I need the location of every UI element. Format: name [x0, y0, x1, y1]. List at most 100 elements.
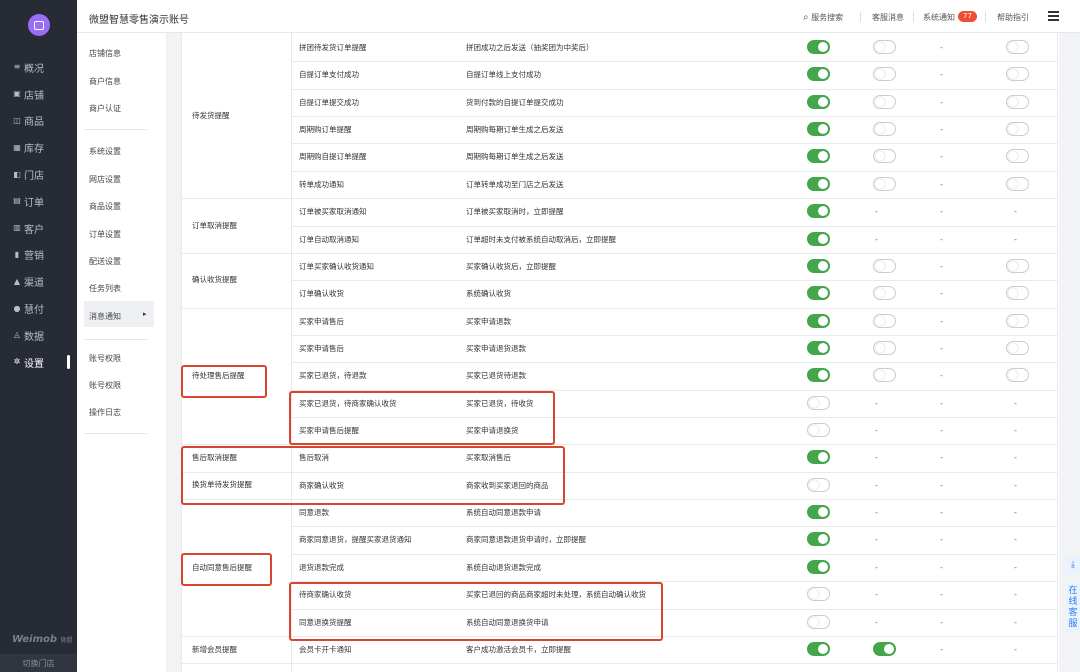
toggle-knob — [1008, 69, 1018, 80]
notify-toggle[interactable] — [873, 122, 896, 137]
notify-toggle[interactable] — [807, 122, 830, 137]
notify-toggle[interactable] — [807, 40, 830, 54]
notify-toggle[interactable] — [873, 313, 896, 328]
notify-toggle[interactable] — [807, 395, 830, 410]
nav-item[interactable]: ▲ 渠道 — [0, 268, 77, 295]
notify-toggle[interactable] — [807, 532, 830, 547]
empty-cell: - — [940, 316, 943, 326]
nav-item[interactable]: ▤ 订单 — [0, 188, 77, 215]
subnav-item[interactable]: 商户信息 — [89, 76, 121, 87]
notify-toggle[interactable] — [1006, 67, 1029, 82]
nav-item[interactable]: ● 慧付 — [0, 295, 77, 322]
shop-logo-icon[interactable] — [28, 14, 50, 36]
notify-toggle[interactable] — [807, 368, 830, 383]
notify-toggle[interactable] — [873, 149, 896, 164]
notify-toggle[interactable] — [873, 40, 896, 54]
system-notify-link[interactable]: 系统通知 — [923, 12, 955, 23]
highlight-box — [181, 365, 267, 398]
notify-toggle[interactable] — [807, 286, 830, 301]
subnav-item[interactable]: 订单设置 — [89, 229, 121, 240]
online-service-button[interactable]: 在线客服 — [1066, 582, 1080, 632]
subnav-item[interactable]: 账号权限 — [89, 353, 121, 364]
subnav-item[interactable]: 商户认证 — [89, 103, 121, 114]
notify-toggle[interactable] — [807, 450, 830, 465]
switch-store-button[interactable]: 切换门店 — [0, 654, 77, 672]
notify-toggle[interactable] — [873, 67, 896, 82]
toggle-knob — [818, 452, 828, 463]
notify-toggle[interactable] — [807, 641, 830, 656]
notify-toggle[interactable] — [807, 505, 830, 520]
notify-toggle[interactable] — [873, 258, 896, 273]
nav-item[interactable]: ✲ 设置 — [0, 349, 77, 376]
notify-toggle[interactable] — [807, 258, 830, 273]
notify-toggle[interactable] — [807, 313, 830, 328]
back-to-top-button[interactable]: ⤓ — [1066, 556, 1080, 574]
notify-toggle[interactable] — [873, 340, 896, 355]
empty-cell: - — [940, 644, 943, 654]
notify-toggle[interactable] — [873, 286, 896, 301]
notify-toggle[interactable] — [807, 149, 830, 164]
menu-icon[interactable] — [1048, 11, 1059, 21]
notify-name: 周期购自提订单提醒 — [299, 152, 367, 162]
subnav-item[interactable]: 配送设置 — [89, 256, 121, 267]
subnav-item[interactable]: 系统设置 — [89, 146, 121, 157]
notify-toggle[interactable] — [1006, 340, 1029, 355]
nav-item[interactable]: ◫ 商品 — [0, 108, 77, 135]
nav-item[interactable]: ◧ 门店 — [0, 161, 77, 188]
toggle-knob — [875, 124, 885, 135]
notify-toggle[interactable] — [1006, 313, 1029, 328]
toggle-knob — [875, 315, 885, 326]
empty-cell: - — [875, 426, 878, 436]
notify-toggle[interactable] — [1006, 149, 1029, 164]
nav-item[interactable]: ▮ 营销 — [0, 242, 77, 269]
notify-toggle[interactable] — [807, 423, 830, 438]
service-search-link[interactable]: ⌕ 服务搜索 — [803, 12, 843, 23]
toggle-knob — [818, 178, 828, 189]
table-gridline — [181, 307, 291, 309]
notify-toggle[interactable] — [807, 559, 830, 574]
notify-toggle[interactable] — [807, 231, 830, 246]
notify-toggle[interactable] — [873, 368, 896, 383]
toggle-knob — [1008, 151, 1018, 162]
notify-toggle[interactable] — [1006, 122, 1029, 137]
nav-item[interactable]: ▦ 库存 — [0, 134, 77, 161]
notify-toggle[interactable] — [807, 477, 830, 492]
notify-toggle[interactable] — [807, 204, 830, 219]
notify-toggle[interactable] — [1006, 40, 1029, 54]
empty-cell: - — [875, 398, 878, 408]
notify-toggle[interactable] — [873, 641, 896, 656]
brand-logo: Weimob 微盟 — [12, 634, 73, 645]
notify-name: 同意退款 — [299, 508, 329, 518]
nav-item[interactable]: ◬ 数据 — [0, 322, 77, 349]
nav-item[interactable]: ≡ 概况 — [0, 54, 77, 81]
subnav-item[interactable]: 任务列表 — [89, 283, 121, 294]
notify-toggle[interactable] — [873, 94, 896, 109]
service-message-link[interactable]: 客服消息 — [872, 12, 904, 23]
notify-toggle[interactable] — [807, 94, 830, 109]
subnav-item[interactable]: 网店设置 — [89, 174, 121, 185]
empty-cell: - — [875, 617, 878, 627]
nav-item[interactable]: ▥ 客户 — [0, 215, 77, 242]
subnav-item[interactable]: 店铺信息 — [89, 48, 121, 59]
subnav-item[interactable]: 操作日志 — [89, 407, 121, 418]
notify-toggle[interactable] — [1006, 94, 1029, 109]
notify-name: 商家同意退货，提醒买家退货通知 — [299, 535, 412, 545]
subnav-item[interactable]: 账号权限 — [89, 380, 121, 391]
notify-toggle[interactable] — [807, 340, 830, 355]
notify-toggle[interactable] — [807, 176, 830, 191]
notify-desc: 订单转单成功至门店之后发送 — [466, 179, 564, 189]
help-guide-link[interactable]: 帮助指引 — [997, 12, 1029, 23]
nav-item[interactable]: ▣ 店铺 — [0, 81, 77, 108]
empty-cell: - — [1014, 426, 1017, 436]
notify-toggle[interactable] — [807, 67, 830, 82]
notify-toggle[interactable] — [873, 176, 896, 191]
notify-name: 拼团待发货订单提醒 — [299, 43, 367, 52]
notify-toggle[interactable] — [807, 587, 830, 602]
subnav-item[interactable]: 商品设置 — [89, 201, 121, 212]
notify-toggle[interactable] — [1006, 368, 1029, 383]
notify-toggle[interactable] — [1006, 286, 1029, 301]
notify-toggle[interactable] — [1006, 176, 1029, 191]
notify-toggle[interactable] — [807, 614, 830, 629]
notify-toggle[interactable] — [1006, 258, 1029, 273]
subnav-item[interactable]: 消息通知 — [89, 311, 121, 322]
